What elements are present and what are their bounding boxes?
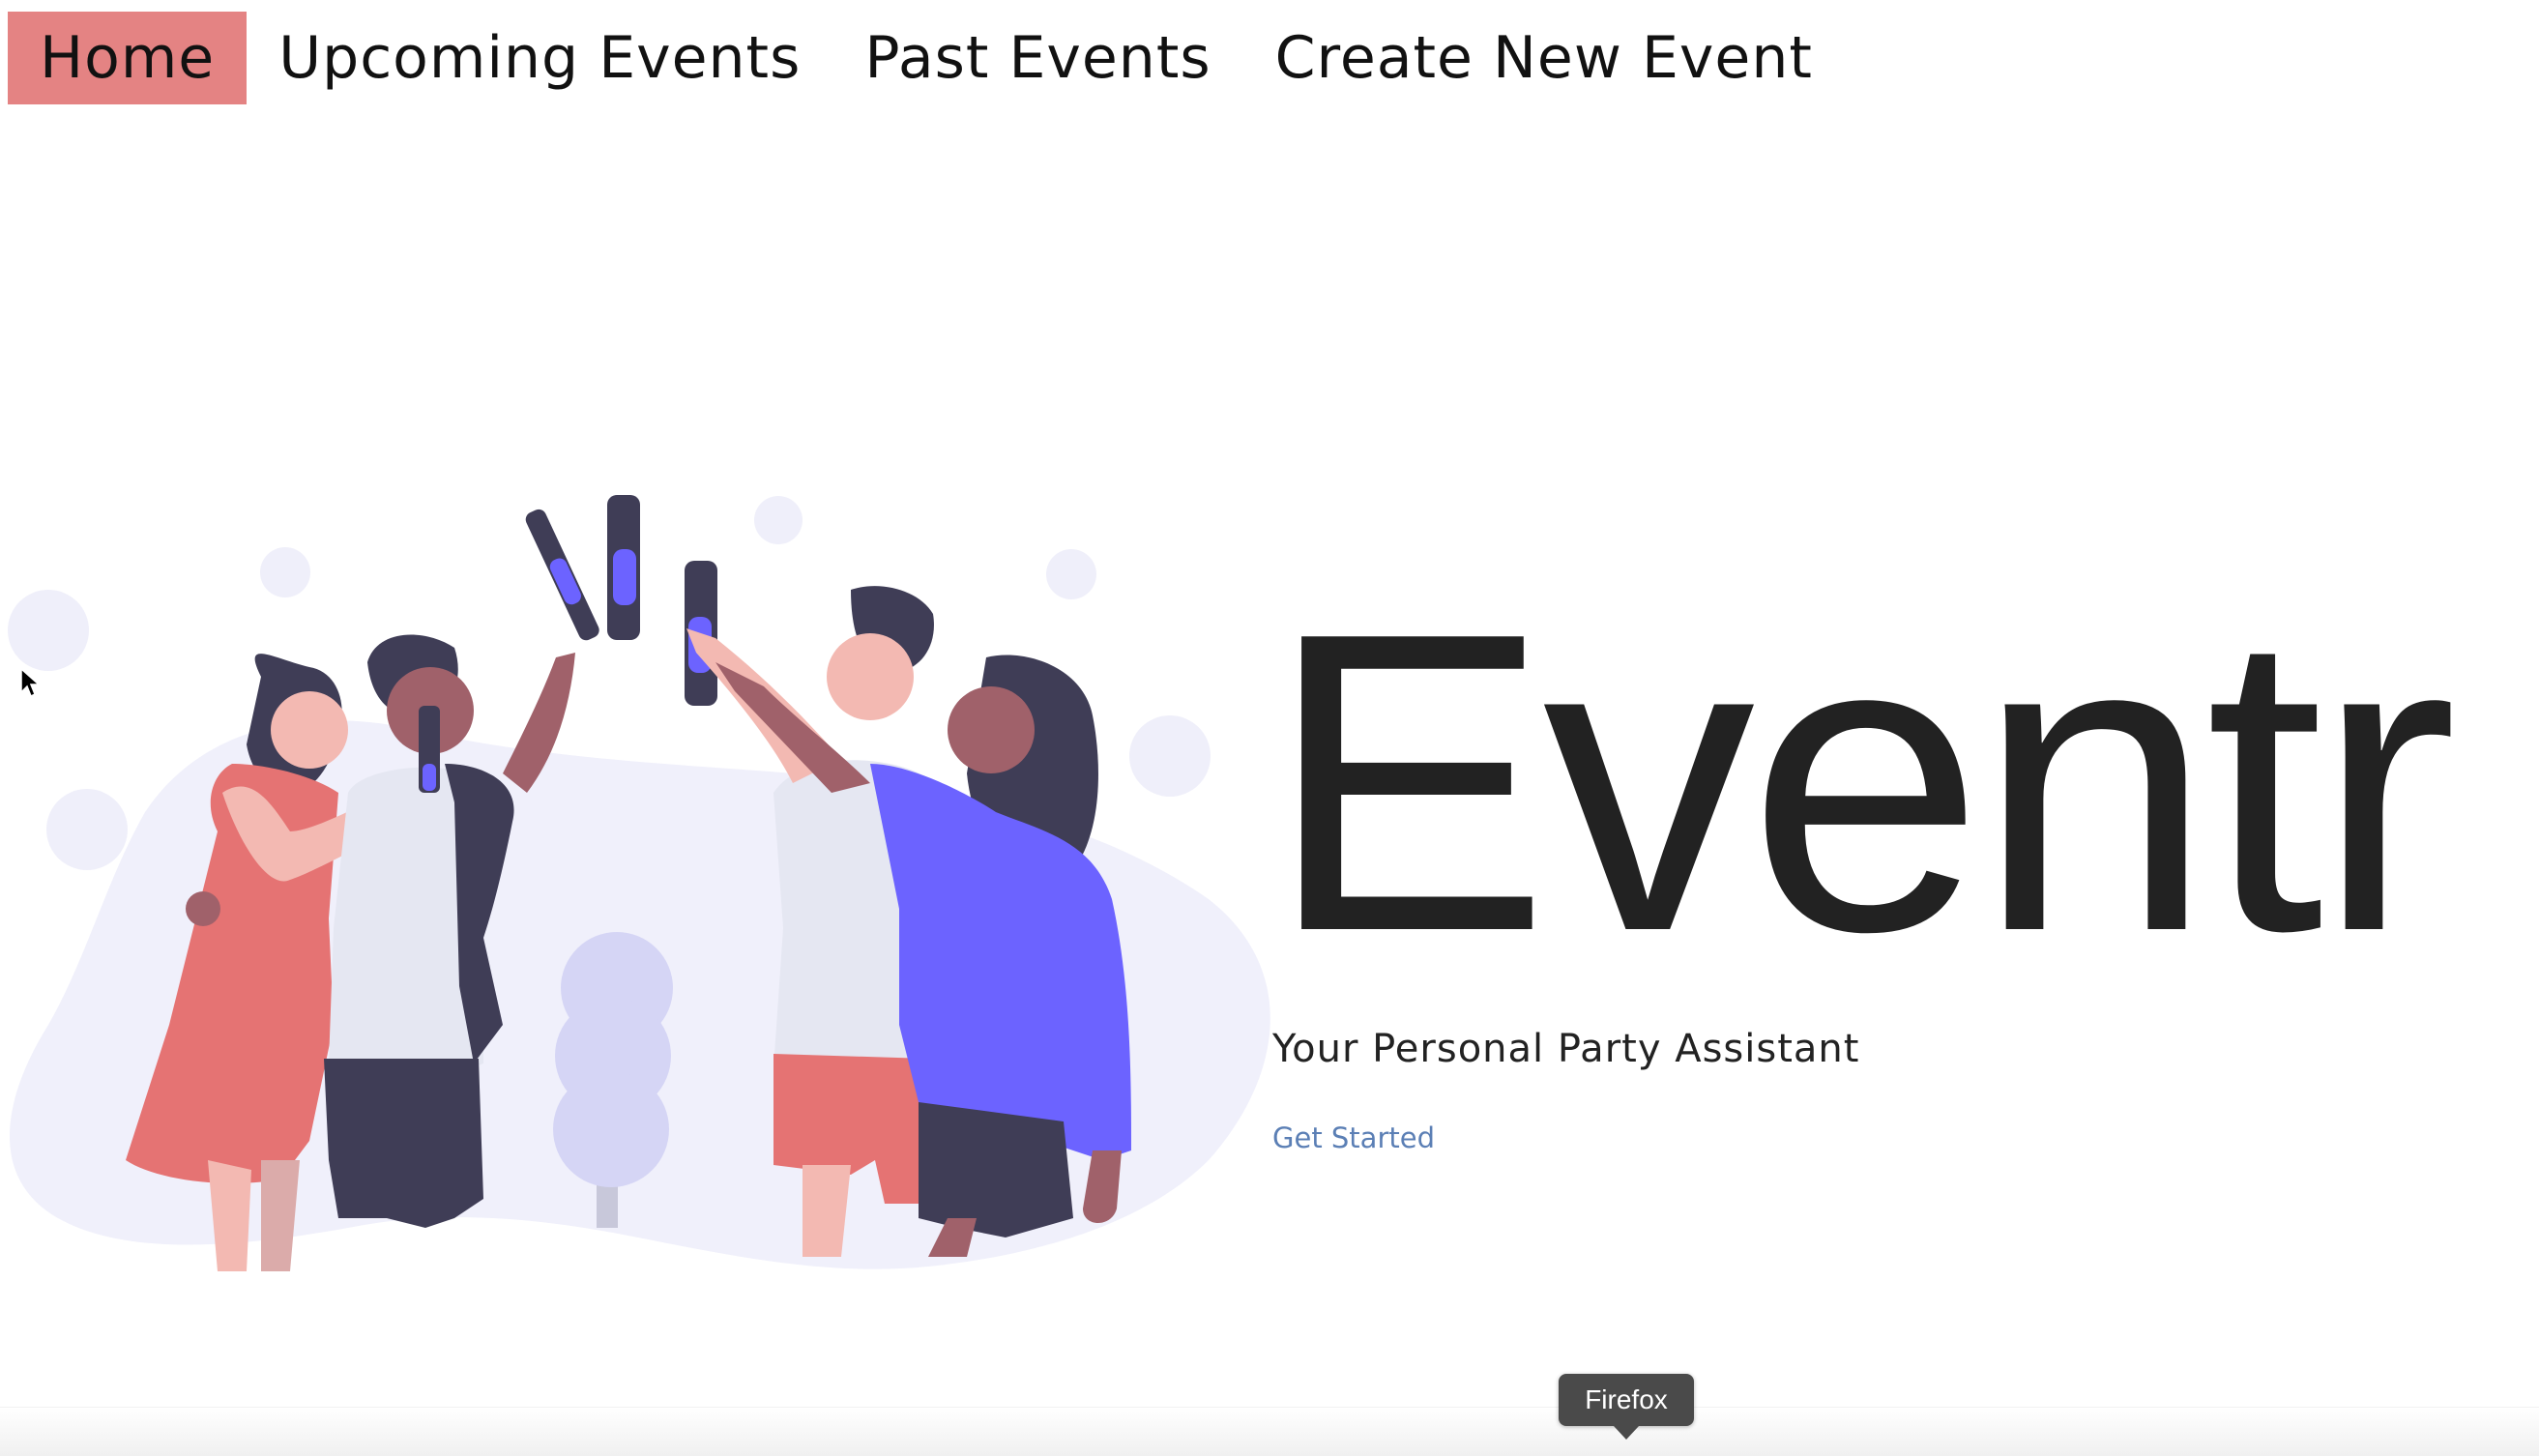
dock-bar (0, 1407, 2539, 1456)
hero-title: Eventr (1267, 545, 2458, 1020)
nav-item-past-events[interactable]: Past Events (832, 12, 1242, 104)
floating-dot (1129, 715, 1211, 797)
main-nav: Home Upcoming Events Past Events Create … (8, 12, 1845, 104)
get-started-link[interactable]: Get Started (1272, 1121, 1435, 1154)
people-celebrating-illustration (8, 495, 1270, 1271)
floating-dot (8, 590, 89, 671)
nav-item-create-new-event[interactable]: Create New Event (1243, 12, 1845, 104)
dock-tooltip-arrow-icon (1614, 1426, 1639, 1440)
floating-dot (1046, 549, 1096, 599)
floating-dot (46, 789, 128, 870)
mouse-cursor-icon (20, 667, 41, 698)
dock-tooltip: Firefox (1559, 1374, 1694, 1426)
hero-subtitle: Your Personal Party Assistant (1272, 1027, 1860, 1071)
floating-dot (260, 547, 310, 597)
nav-item-home[interactable]: Home (8, 12, 248, 104)
nav-item-upcoming-events[interactable]: Upcoming Events (247, 12, 832, 104)
floating-dot (754, 496, 803, 544)
